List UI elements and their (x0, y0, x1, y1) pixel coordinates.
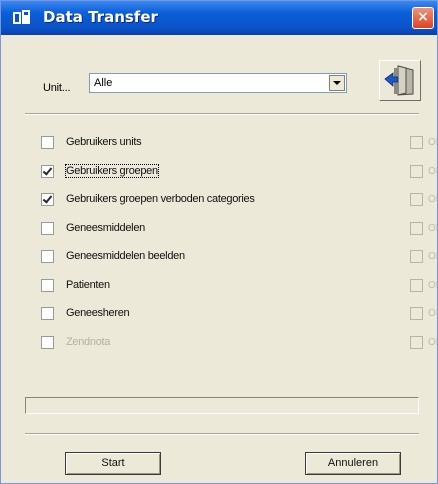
chevron-down-icon[interactable] (329, 75, 345, 91)
separator (25, 433, 419, 435)
task-checkbox (41, 336, 54, 349)
task-checkbox[interactable] (41, 222, 54, 235)
separator (25, 113, 419, 115)
close-icon: × (417, 9, 429, 25)
exit-door-icon (384, 65, 414, 96)
ok-label: OK (428, 308, 437, 319)
task-checkbox[interactable] (41, 307, 54, 320)
start-button[interactable]: Start (65, 452, 161, 475)
data-transfer-window: Data Transfer × Unit... Alle Gebruikers … (0, 0, 438, 484)
task-checkbox[interactable] (41, 193, 54, 206)
task-checkbox[interactable] (41, 165, 54, 178)
ok-checkbox (410, 136, 423, 149)
app-icon (13, 10, 30, 24)
task-label[interactable]: Patienten (66, 279, 110, 291)
ok-checkbox (410, 336, 423, 349)
ok-label: OK (428, 280, 437, 291)
close-button[interactable]: × (412, 7, 434, 29)
ok-checkbox (410, 222, 423, 235)
ok-label: OK (428, 166, 437, 177)
window-title: Data Transfer (43, 8, 158, 26)
task-checkbox[interactable] (41, 250, 54, 263)
ok-checkbox (410, 307, 423, 320)
ok-label: OK (428, 194, 437, 205)
ok-checkbox (410, 193, 423, 206)
ok-checkbox (410, 279, 423, 292)
exit-button[interactable] (379, 60, 421, 101)
task-label[interactable]: Geneesheren (66, 307, 130, 319)
task-checkbox[interactable] (41, 279, 54, 292)
task-label[interactable]: Geneesmiddelen beelden (66, 250, 185, 262)
task-label[interactable]: Geneesmiddelen (66, 222, 145, 234)
unit-label: Unit... (43, 82, 71, 94)
ok-checkbox (410, 165, 423, 178)
progress-bar (25, 397, 419, 414)
unit-select[interactable]: Alle (89, 73, 347, 93)
task-label[interactable]: Gebruikers units (66, 136, 142, 148)
ok-label: OK (428, 337, 437, 348)
task-label[interactable]: Gebruikers groepen verboden categories (66, 193, 255, 205)
cancel-button[interactable]: Annuleren (305, 452, 401, 475)
ok-label: OK (428, 223, 437, 234)
ok-label: OK (428, 251, 437, 262)
ok-checkbox (410, 250, 423, 263)
task-checkbox[interactable] (41, 136, 54, 149)
ok-label: OK (428, 137, 437, 148)
task-label[interactable]: Gebruikers groepen (65, 164, 159, 178)
task-label: Zendnota (66, 336, 111, 348)
title-bar[interactable]: Data Transfer × (1, 1, 437, 35)
unit-select-value: Alle (94, 77, 113, 89)
